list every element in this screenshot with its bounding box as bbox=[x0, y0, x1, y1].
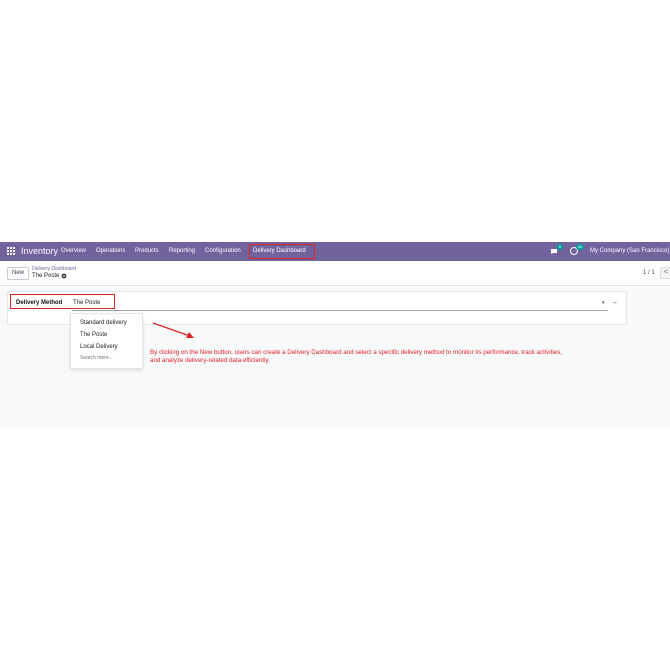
odoo-window: Inventory Overview Operations Products R… bbox=[0, 242, 670, 428]
menu-configuration[interactable]: Configuration bbox=[205, 247, 241, 256]
chat-icon[interactable] bbox=[550, 248, 558, 255]
breadcrumb-current: The Poste bbox=[32, 273, 60, 279]
pager-value[interactable]: 1 / 1 bbox=[643, 269, 655, 278]
company-switcher[interactable]: My Company (San Francisco) bbox=[590, 247, 669, 256]
delivery-method-dropdown: Standard delivery The Poste Local Delive… bbox=[70, 313, 143, 369]
active-menu-highlight bbox=[249, 244, 315, 259]
menu-operations[interactable]: Operations bbox=[96, 247, 125, 256]
menu-products[interactable]: Products bbox=[135, 247, 159, 256]
gear-icon[interactable] bbox=[61, 273, 67, 279]
internal-link-arrow-icon[interactable]: → bbox=[611, 297, 618, 308]
app-menu-grid-icon[interactable] bbox=[7, 247, 16, 256]
dropdown-option-the-poste[interactable]: The Poste bbox=[80, 331, 107, 340]
new-button[interactable]: New bbox=[7, 267, 29, 280]
chat-badge: 6 bbox=[557, 244, 563, 250]
annotation-arrow-icon bbox=[152, 322, 194, 338]
dropdown-option-local-delivery[interactable]: Local Delivery bbox=[80, 343, 118, 352]
control-panel: New Delivery Dashboard The Poste 1 / 1 < bbox=[0, 261, 670, 286]
delivery-method-input[interactable]: The Poste bbox=[73, 299, 100, 308]
delivery-method-label: Delivery Method bbox=[16, 300, 63, 306]
top-navbar: Inventory Overview Operations Products R… bbox=[0, 242, 670, 261]
dropdown-search-more[interactable]: Search more... bbox=[80, 354, 113, 362]
caret-down-icon[interactable]: ▾ bbox=[602, 299, 605, 308]
screenshot-canvas: Inventory Overview Operations Products R… bbox=[0, 0, 670, 670]
dropdown-option-standard-delivery[interactable]: Standard delivery bbox=[80, 319, 127, 328]
activity-badge: 44 bbox=[576, 244, 584, 250]
pager-previous-button[interactable]: < bbox=[660, 267, 670, 279]
annotation-text: By clicking on the New button, users can… bbox=[150, 349, 563, 364]
field-underline bbox=[72, 310, 608, 311]
menu-reporting[interactable]: Reporting bbox=[169, 247, 195, 256]
menu-overview[interactable]: Overview bbox=[61, 247, 86, 256]
app-name[interactable]: Inventory bbox=[21, 245, 58, 257]
